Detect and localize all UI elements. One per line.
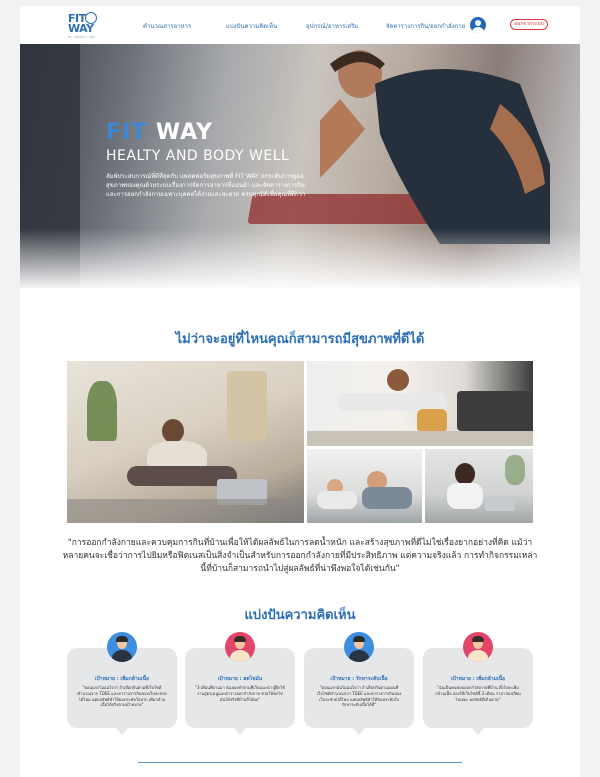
reviewer-avatar-female [225,632,255,662]
section-healthy-anywhere-title: ไม่ว่าจะอยู่ที่ไหนคุณก็สามารถมีสุขภาพที่… [175,332,425,347]
photo-man-plank [307,361,533,446]
review-text: "ฉันเป็นคนชอบออกกำลังกายที่บ้าน ตั้งใจจะ… [435,685,521,702]
hero-title: FIT WAY [106,120,213,145]
hero-athlete-image [320,50,550,244]
review-text: "3 เดือนที่ผ่านมา ฉันลองทำตามที่เว็บแนะน… [195,685,285,702]
review-goal: เป้าหมาย : รักษาระดับเนื้อ [330,676,388,682]
reviewer-avatar-male [107,632,137,662]
page: FIT WAY FIT • HEALTHY • WELL คำนวณสารอาห… [20,6,580,777]
review-text: "ตอนแรกฉันไม่แน่ใจว่า ถ้าเลือกกินตามแผนท… [316,685,402,708]
review-goal: เป้าหมาย : เพิ่มกล้ามเนื้อ [450,676,506,682]
logout-button[interactable]: ออกจากระบบ [510,19,548,30]
nav-nutrition-calculator[interactable]: คำนวณสารอาหาร [143,21,191,31]
review-text: "ตอนแรกไม่แน่ใจว่า ถ้าเลือกกินตามที่เว็บ… [77,685,167,708]
fitway-logo[interactable]: FIT WAY FIT • HEALTHY • WELL [68,12,108,40]
top-navbar: FIT WAY FIT • HEALTHY • WELL คำนวณสารอาห… [20,6,580,44]
photo-woman-stretching [67,361,304,523]
review-goal: เป้าหมาย : ลดไขมัน [217,676,263,682]
hero-description: ลัมพ์ประสบการณ์ที่ดีที่สุดกับ แพลตฟอร์มส… [106,173,306,198]
footer-divider [138,762,462,763]
photo-collage [67,361,533,523]
section-share-opinion-title: แบ่งปันความคิดเห็น [244,608,356,623]
reviewer-avatar-female [463,632,493,662]
photo-woman-laptop [425,449,533,523]
logo-text: FIT WAY [68,12,94,35]
nav-share-opinion[interactable]: แบ่งปันความคิดเห็น [226,21,277,31]
logo-subtext: FIT • HEALTHY • WELL [68,36,96,39]
nav-meal-workout-schedule[interactable]: จัดตารางการกิน/ออกกำลังกาย [386,21,465,31]
nav-equipment-supplements[interactable]: อุปกรณ์/อาหารเสริม [306,21,358,31]
home-workout-quote: "การออกกำลังกายและควบคุมการกินที่บ้านเพื… [62,538,538,574]
reviewer-avatar-male [344,632,374,662]
photo-father-son-exercise [307,449,422,523]
review-goal: เป้าหมาย : เพิ่มกล้ามเนื้อ [94,676,150,682]
hero-fade-overlay [20,228,580,288]
hero-subtitle: HEALTY AND BODY WELL [106,148,290,164]
user-icon[interactable] [470,17,486,33]
hero-banner: FIT WAY HEALTY AND BODY WELL ลัมพ์ประสบก… [20,44,580,288]
hero-title-fit: FIT [106,120,148,145]
hero-title-way: WAY [155,120,214,145]
